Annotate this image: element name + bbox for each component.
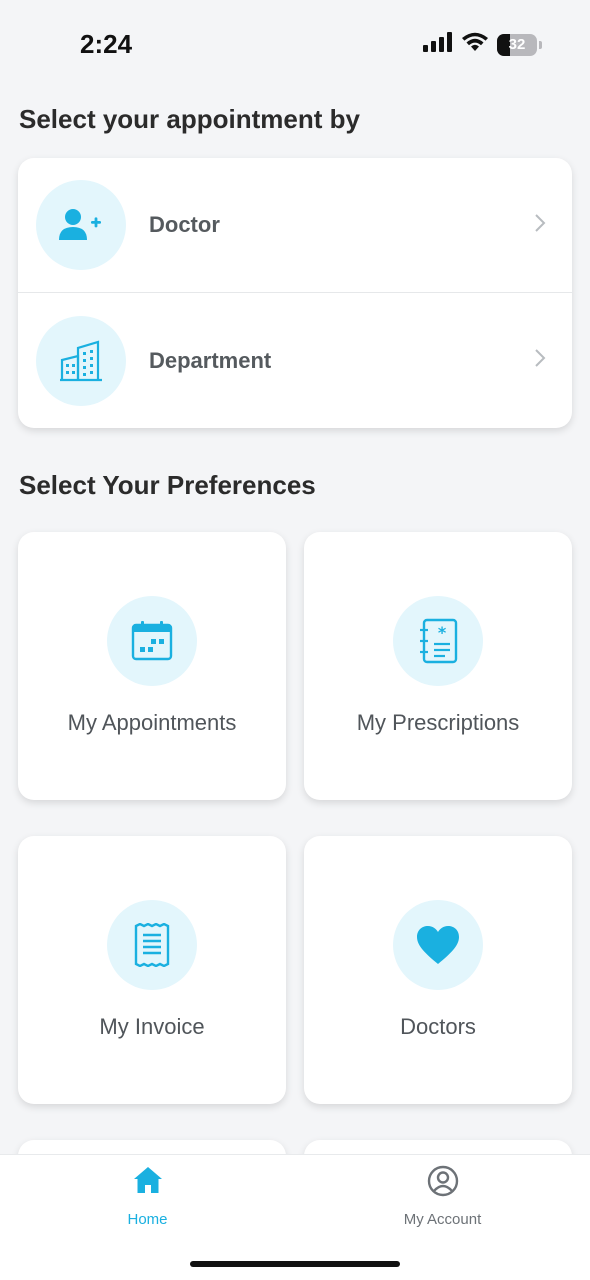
nav-home-label: Home — [127, 1211, 168, 1228]
tile-my-prescriptions[interactable]: * My Prescriptions — [304, 532, 572, 800]
home-icon — [133, 1165, 163, 1197]
nav-my-account-label: My Account — [403, 1211, 482, 1228]
nav-my-account[interactable]: My Account — [295, 1155, 590, 1245]
appointment-option-doctor[interactable]: Doctor — [18, 158, 572, 293]
tile-label: My Prescriptions — [356, 710, 520, 735]
tile-label: Doctors — [400, 1014, 476, 1039]
home-indicator — [190, 1261, 400, 1267]
appointment-option-department[interactable]: Department — [18, 293, 572, 428]
svg-text:*: * — [438, 623, 447, 642]
tile-my-appointments[interactable]: My Appointments — [18, 532, 286, 800]
calendar-icon — [107, 596, 197, 686]
status-icons: 32 — [423, 32, 542, 57]
prescription-icon: * — [393, 596, 483, 686]
chevron-right-icon — [534, 213, 546, 238]
nav-home[interactable]: Home — [0, 1155, 295, 1245]
signal-icon — [423, 32, 453, 57]
tile-doctors[interactable]: Doctors — [304, 836, 572, 1104]
chevron-right-icon — [534, 348, 546, 373]
heart-icon — [393, 900, 483, 990]
preferences-section-title: Select Your Preferences — [19, 470, 316, 500]
appointment-section-title: Select your appointment by — [19, 104, 360, 134]
building-icon — [36, 315, 126, 406]
tile-label: My Invoice — [99, 1014, 205, 1039]
status-time: 2:24 — [80, 29, 133, 59]
tile-label: My Appointments — [67, 710, 237, 735]
battery-icon: 32 — [497, 33, 537, 56]
status-bar: 2:24 32 — [0, 0, 590, 90]
receipt-icon — [107, 900, 197, 990]
appointment-option-label: Doctor — [149, 212, 220, 237]
wifi-icon — [461, 32, 489, 57]
battery-cap — [539, 40, 542, 49]
add-user-icon — [36, 180, 126, 270]
appointment-option-label: Department — [149, 347, 272, 373]
account-icon — [427, 1165, 459, 1197]
battery-level: 32 — [508, 36, 526, 53]
appointment-options-card: Doctor Department — [18, 158, 572, 428]
tile-my-invoice[interactable]: My Invoice — [18, 836, 286, 1104]
